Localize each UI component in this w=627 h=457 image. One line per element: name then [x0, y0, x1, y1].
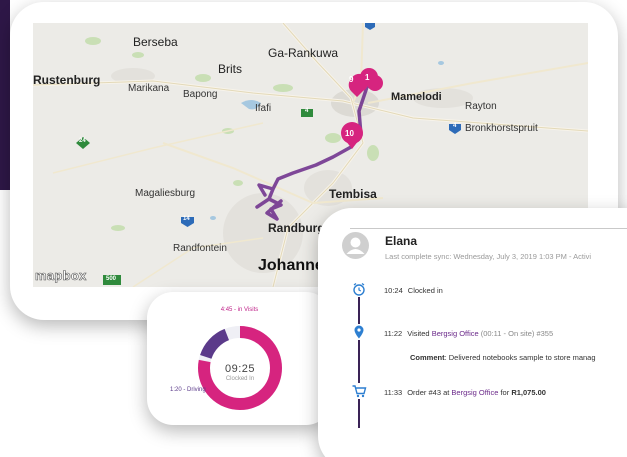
visit-comment: Comment: Delivered notebooks sample to s…: [410, 353, 596, 362]
place-randburg: Randburg: [268, 221, 325, 235]
comment-label: Comment: [410, 353, 445, 362]
place-rayton: Rayton: [465, 101, 497, 112]
timeline-event-visit[interactable]: 11:22 Visited Bergsig Office (00:11 - On …: [384, 329, 553, 338]
place-randfontein: Randfontein: [173, 243, 227, 254]
place-magaliesburg: Magaliesburg: [135, 188, 196, 199]
location-pin-icon: [351, 324, 367, 340]
shopping-cart-icon: [351, 383, 367, 399]
event-time: 11:22: [384, 329, 403, 338]
timeline-vertical-line: [358, 288, 360, 428]
alarm-clock-icon: [351, 281, 367, 297]
order-place-link[interactable]: Bergsig Office: [451, 388, 498, 397]
time-breakdown-card: 4:45 - in Visits 09:25 Clocked In 1:20 -…: [147, 292, 332, 425]
user-avatar-icon: [342, 232, 369, 259]
donut-visits-label: 4:45 - in Visits: [220, 307, 259, 313]
donut-center-time: 09:25: [224, 363, 256, 375]
comment-text: : Delivered notebooks sample to store ma…: [444, 353, 596, 362]
route-shield-4b-label: 4: [453, 123, 457, 129]
route-shield-top-icon: [365, 23, 375, 30]
map-marker-10-label: 10: [345, 129, 354, 138]
place-bapong: Bapong: [183, 89, 218, 100]
place-tembisa: Tembisa: [329, 187, 377, 201]
donut-center-subtitle: Clocked In: [225, 376, 255, 382]
place-rustenburg: Rustenburg: [33, 73, 101, 87]
event-text: Clocked in: [407, 286, 443, 295]
event-time: 11:33: [384, 388, 403, 397]
place-mamelodi: Mamelodi: [391, 91, 442, 103]
event-time: 10:24: [384, 286, 403, 295]
visit-place-link[interactable]: Bergsig Office: [432, 329, 479, 338]
route-shield-500-label: 500: [106, 276, 117, 282]
place-ifafi: Ifafi: [255, 103, 272, 114]
side-accent-strip: [0, 0, 10, 190]
place-ga-rankuwa: Ga-Rankuwa: [268, 46, 339, 60]
mapbox-attribution[interactable]: mapbox: [35, 268, 87, 284]
place-johannesburg: Johanne: [258, 257, 324, 274]
visit-detail: (00:11 - On site) #355: [478, 329, 554, 338]
last-sync-text: Last complete sync: Wednesday, July 3, 2…: [385, 252, 592, 261]
event-prefix: Visited: [407, 329, 432, 338]
route-shield-4-label: 4: [305, 108, 309, 114]
donut-driving-label: 1:20 - Driving: [170, 387, 206, 393]
map-marker-partial-label: 1: [365, 73, 370, 82]
map-marker-9-label: 9: [349, 75, 354, 84]
route-shield-24-label: 24: [79, 138, 86, 144]
order-mid: for: [498, 388, 512, 397]
order-amount: R1,075.00: [511, 388, 546, 397]
route-shield-14-label: 14: [183, 216, 190, 222]
timeline-top-divider: [350, 228, 627, 229]
timeline-event-order[interactable]: 11:33 Order #43 at Bergsig Office for R1,…: [384, 388, 546, 397]
place-berseba: Berseba: [133, 35, 178, 49]
order-prefix: Order #43 at: [407, 388, 452, 397]
activity-timeline-card: Elana Last complete sync: Wednesday, Jul…: [318, 208, 627, 457]
timeline-event-clock-in[interactable]: 10:24 Clocked in: [384, 286, 443, 295]
place-bronkhorstspruit: Bronkhorstspruit: [465, 123, 538, 134]
place-marikana: Marikana: [128, 83, 170, 94]
place-brits: Brits: [218, 62, 242, 76]
user-name: Elana: [385, 234, 418, 248]
